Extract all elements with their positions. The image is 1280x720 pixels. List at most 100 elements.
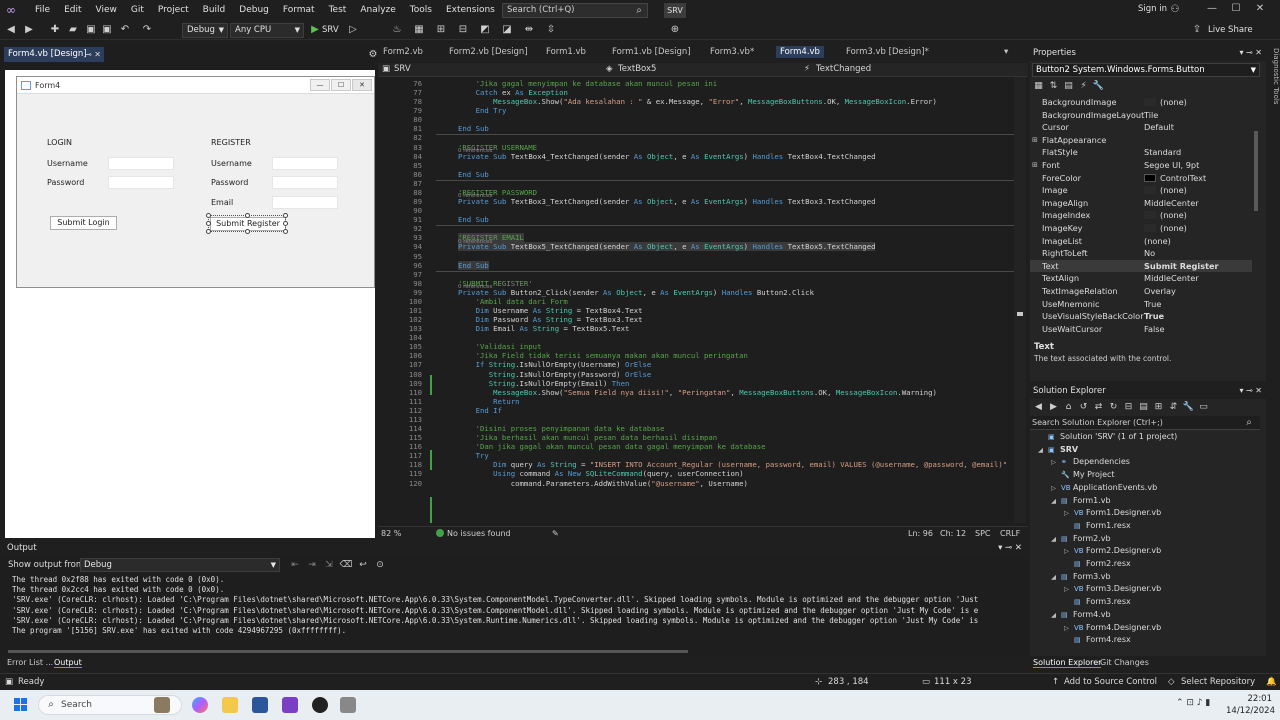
- property-value[interactable]: ControlText: [1144, 172, 1206, 185]
- tree-item[interactable]: ▤ Form3.resx: [1064, 596, 1131, 609]
- property-value[interactable]: Segoe UI, 9pt: [1144, 159, 1199, 172]
- property-row-righttoleft[interactable]: RightToLeft No: [1030, 247, 1252, 260]
- scroll-thumb[interactable]: [1254, 131, 1258, 211]
- code-line[interactable]: Catch ex As Exception: [458, 88, 568, 97]
- property-value[interactable]: Tile: [1144, 109, 1158, 122]
- tab-form2-vb[interactable]: Form2.vb: [383, 47, 423, 57]
- property-row-flatstyle[interactable]: FlatStyle Standard: [1030, 146, 1252, 159]
- tree-item[interactable]: ▤ Form2.resx: [1064, 558, 1131, 571]
- property-row-usevisualstylebackcolor[interactable]: UseVisualStyleBackColor True: [1030, 310, 1252, 323]
- property-value[interactable]: Standard: [1144, 146, 1181, 159]
- output-text[interactable]: The thread 0x2f88 has exited with code 0…: [12, 575, 1017, 636]
- code-line[interactable]: Dim Password As String = TextBox3.Text: [458, 315, 643, 324]
- tree-item[interactable]: ▷ VB ApplicationEvents.vb: [1051, 482, 1157, 495]
- register-email-label[interactable]: Email: [211, 198, 233, 207]
- menu-extensions[interactable]: Extensions: [439, 0, 502, 21]
- output-source-select[interactable]: Debug ▼: [80, 558, 280, 572]
- alphabetical-icon[interactable]: ⇅: [1047, 80, 1060, 93]
- zoom-level[interactable]: 82 %: [381, 529, 401, 538]
- code-line[interactable]: End Sub: [458, 124, 489, 133]
- save-icon[interactable]: ▣: [84, 23, 98, 37]
- line-ending[interactable]: CRLF: [1000, 529, 1020, 538]
- property-value[interactable]: True: [1144, 310, 1164, 323]
- back-icon[interactable]: ◀: [4, 23, 18, 37]
- menu-tools[interactable]: Tools: [403, 0, 439, 21]
- bring-front-icon[interactable]: ◩: [478, 23, 492, 37]
- code-line[interactable]: 'Jika gagal menyimpan ke database akan m…: [458, 79, 718, 88]
- property-row-textimagerelation[interactable]: TextImageRelation Overlay: [1030, 285, 1252, 298]
- menu-project[interactable]: Project: [151, 0, 196, 21]
- code-line[interactable]: command.Parameters.AddWithValue("@userna…: [458, 479, 748, 488]
- code-line[interactable]: Dim query As String = "INSERT INTO Accou…: [458, 460, 1007, 469]
- solution-search-input[interactable]: Search Solution Explorer (Ctrl+;) ⌕: [1030, 416, 1260, 430]
- brush-icon[interactable]: ✎: [552, 529, 559, 538]
- register-username-textbox[interactable]: [272, 157, 338, 170]
- code-line[interactable]: Return: [458, 397, 519, 406]
- new-item-icon[interactable]: ✚: [48, 23, 62, 37]
- preview-icon[interactable]: ▭: [1197, 401, 1210, 414]
- property-value[interactable]: Submit Register: [1144, 260, 1219, 273]
- clear-all-icon[interactable]: ⌫: [339, 559, 353, 572]
- size-icon[interactable]: ⇳: [544, 23, 558, 37]
- forward-icon[interactable]: ▶: [1047, 401, 1060, 414]
- menu-git[interactable]: Git: [124, 0, 151, 21]
- copilot-icon[interactable]: [192, 697, 208, 713]
- submit-login-button[interactable]: Submit Login: [50, 216, 117, 230]
- tab-order-icon[interactable]: ⊕: [668, 23, 682, 37]
- system-tray-icons[interactable]: ⌃ ⊡ ♪ ▮: [1176, 698, 1210, 708]
- output-horizontal-scrollbar[interactable]: [8, 648, 1016, 654]
- windows-start-icon[interactable]: [14, 698, 28, 712]
- code-line[interactable]: Private Sub TextBox3_TextChanged(sender …: [458, 197, 875, 206]
- expand-arrow-icon[interactable]: ▷: [1064, 622, 1074, 635]
- search-box[interactable]: Search (Ctrl+Q) ⌕: [502, 3, 648, 18]
- events-icon[interactable]: ⚡: [1077, 80, 1090, 93]
- login-username-textbox[interactable]: [108, 157, 174, 170]
- code-lens-references[interactable]: 0 references: [458, 284, 492, 290]
- property-row-usemnemonic[interactable]: UseMnemonic True: [1030, 298, 1252, 311]
- live-share-button[interactable]: Live Share: [1208, 25, 1253, 35]
- tree-item[interactable]: ▷ ⚭ Dependencies: [1051, 456, 1130, 469]
- account-icon[interactable]: ⚇: [1168, 3, 1182, 17]
- tree-item[interactable]: ▷ VB Form2.Designer.vb: [1064, 545, 1161, 558]
- panel-controls-icon[interactable]: ▾ ⊸ ✕: [998, 541, 1022, 556]
- start-without-debug-icon[interactable]: ▷: [346, 23, 360, 37]
- tab-form2-design[interactable]: Form2.vb [Design]: [449, 47, 528, 57]
- property-row-backgroundimage[interactable]: BackgroundImage (none): [1030, 96, 1252, 109]
- code-line[interactable]: End If: [458, 406, 502, 415]
- undo-icon[interactable]: ↶: [118, 23, 132, 37]
- code-line[interactable]: Private Sub TextBox5_TextChanged(sender …: [458, 242, 876, 252]
- code-lens-references[interactable]: 0 references: [458, 239, 492, 245]
- refresh-icon[interactable]: ↻: [1107, 401, 1120, 414]
- wrench-icon[interactable]: 🔧: [1182, 401, 1195, 414]
- resize-handle[interactable]: [206, 229, 211, 234]
- platform-select[interactable]: Any CPU ▼: [230, 23, 304, 38]
- expand-arrow-icon[interactable]: ◢: [1051, 609, 1061, 622]
- save-all-icon[interactable]: ▣: [100, 23, 114, 37]
- tab-form4-design[interactable]: Form4.vb [Design] ⊸ ✕: [4, 47, 104, 62]
- nav-project[interactable]: SRV: [394, 64, 411, 74]
- add-to-source-control[interactable]: Add to Source Control: [1064, 677, 1157, 687]
- tree-item[interactable]: ◢ ▤ Form4.vb: [1051, 609, 1111, 622]
- center-icon[interactable]: ⊟: [456, 23, 470, 37]
- sync-icon[interactable]: ⇄: [1092, 401, 1105, 414]
- tab-git-changes[interactable]: Git Changes: [1100, 658, 1149, 667]
- object-selector[interactable]: Button2 System.Windows.Forms.Button ▼: [1032, 63, 1260, 77]
- align-icon[interactable]: ⊞: [434, 23, 448, 37]
- code-line[interactable]: MessageBox.Show("Ada kesalahan : " & ex.…: [458, 97, 937, 106]
- find-prev-icon[interactable]: ⇤: [288, 559, 302, 572]
- nav-object[interactable]: TextBox5: [618, 64, 656, 74]
- code-line[interactable]: MessageBox.Show("Semua Field nya diisi!"…: [458, 388, 937, 397]
- filter-icon[interactable]: ⊞: [1152, 401, 1165, 414]
- property-value[interactable]: (none): [1144, 96, 1187, 109]
- code-lens-references[interactable]: 0 references: [458, 193, 492, 199]
- panel-controls-icon[interactable]: ▾ ⊸ ✕: [1239, 45, 1262, 61]
- tree-item[interactable]: ◢ ▤ Form1.vb: [1051, 495, 1111, 508]
- code-area[interactable]: 76 'Jika gagal menyimpan ke database aka…: [378, 77, 1014, 523]
- select-repository[interactable]: Select Repository: [1181, 677, 1255, 687]
- tree-item[interactable]: ▤ Form1.resx: [1064, 520, 1131, 533]
- resize-handle[interactable]: [245, 229, 250, 234]
- spacing-icon[interactable]: ⇹: [522, 23, 536, 37]
- expand-icon[interactable]: ⊞: [1032, 159, 1038, 172]
- expand-icon[interactable]: ⊞: [1032, 134, 1038, 147]
- code-line[interactable]: String.IsNullOrEmpty(Email) Then: [458, 379, 630, 388]
